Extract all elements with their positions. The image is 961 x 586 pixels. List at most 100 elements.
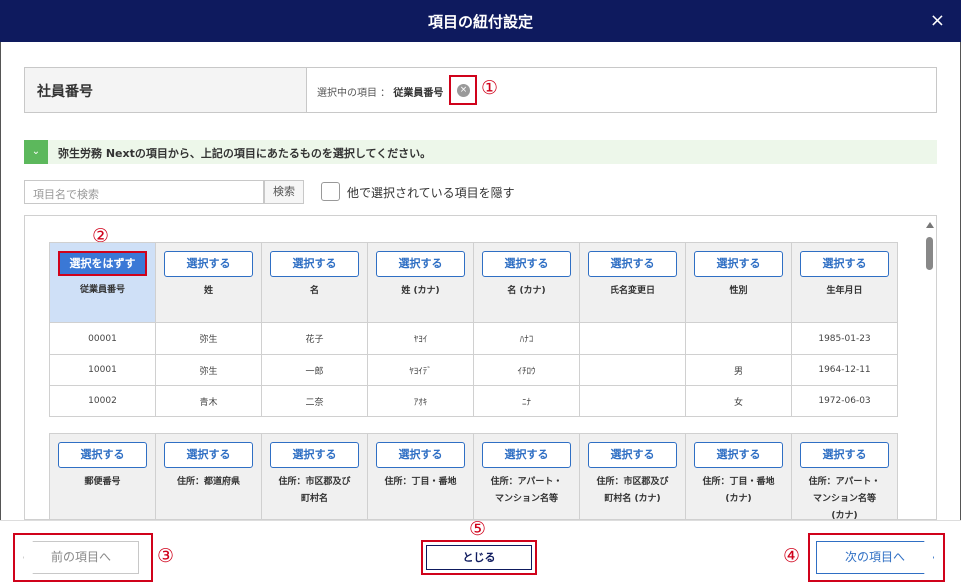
column-name-line1: 住所：アパート・ xyxy=(490,477,563,487)
select-button[interactable]: 選択する xyxy=(588,251,677,277)
items-table-1: 選択をはずす 従業員番号 選択する 姓 選択する 名 選択する 姓 (カナ) 選… xyxy=(49,242,898,417)
column-name: 性別 xyxy=(729,286,748,296)
table-cell xyxy=(579,322,686,355)
table-cell: 弥生 xyxy=(155,322,262,355)
column-name: 住所：丁目・番地 xyxy=(384,477,457,487)
hide-selected-label: 他で選択されている項目を隠す xyxy=(347,186,515,200)
column-name: 従業員番号 xyxy=(79,285,125,295)
column-name-line1: 住所：市区郡及び xyxy=(596,477,669,487)
table-cell: 1985-01-23 xyxy=(791,322,898,355)
select-button[interactable]: 選択する xyxy=(376,251,465,277)
marker-1: ① xyxy=(481,77,499,99)
column-header: 選択する 名 (カナ) xyxy=(473,242,580,323)
column-name-line2: 町村名 (カナ) xyxy=(604,494,661,504)
column-name-line1: 住所：丁目・番地 xyxy=(702,477,775,487)
column-header: 選択する 住所：アパート・ マンション名等 xyxy=(473,433,580,519)
search-button[interactable]: 検索 xyxy=(264,180,304,204)
column-name: 氏名変更日 xyxy=(609,286,655,296)
selected-item-text: 選択中の項目 ： 従業員番号 xyxy=(317,84,443,99)
selected-prefix: 選択中の項目 ： xyxy=(317,88,391,99)
marker-4: ④ xyxy=(783,545,801,567)
items-scroll-area[interactable]: ② 選択をはずす 従業員番号 選択する 姓 選択する 名 選択する 姓 (カナ)… xyxy=(24,215,937,520)
table-row: 00001 弥生 花子 ﾔﾖｲ ﾊﾅｺ 1985-01-23 xyxy=(49,322,898,355)
column-header: 選択する 住所：市区郡及び 町村名 (カナ) xyxy=(579,433,686,519)
hide-selected-checkbox[interactable] xyxy=(321,182,340,201)
table-cell: 花子 xyxy=(261,322,368,355)
column-header: 選択する 性別 xyxy=(685,242,792,323)
table-cell: 男 xyxy=(685,354,792,386)
column-name-line2: マンション名等 xyxy=(812,494,876,504)
table-header-row: 選択する 郵便番号 選択する 住所：都道府県 選択する 住所：市区郡及び 町村名… xyxy=(49,433,898,520)
marker-3: ③ xyxy=(157,545,175,567)
table-cell: 一郎 xyxy=(261,354,368,386)
next-item-button[interactable]: 次の項目へ xyxy=(816,541,934,574)
column-header: 選択する 住所：丁目・番地 (カナ) xyxy=(685,433,792,519)
select-button[interactable]: 選択する xyxy=(482,442,571,468)
column-name-line1: 住所：アパート・ xyxy=(808,477,881,487)
select-button[interactable]: 選択する xyxy=(164,442,253,468)
column-header: 選択する 生年月日 xyxy=(791,242,898,323)
table-cell: 女 xyxy=(685,385,792,417)
table-cell: ｱｵｷ xyxy=(367,385,474,417)
table-cell: 1964-12-11 xyxy=(791,354,898,386)
marker-5: ⑤ xyxy=(469,518,487,540)
select-button[interactable]: 選択する xyxy=(482,251,571,277)
column-name-line3: (カナ) xyxy=(831,511,858,520)
select-button[interactable]: 選択する xyxy=(588,442,677,468)
select-button[interactable]: 選択する xyxy=(376,442,465,468)
select-button[interactable]: 選択する xyxy=(694,442,783,468)
table-cell xyxy=(579,354,686,386)
table-cell: ﾊﾅｺ xyxy=(473,322,580,355)
column-name: 住所：都道府県 xyxy=(176,477,240,487)
column-name-line2: マンション名等 xyxy=(494,494,558,504)
info-banner: ⌄ 弥生労務 Nextの項目から、上記の項目にあたるものを選択してください。 xyxy=(24,140,937,164)
table-cell xyxy=(685,322,792,355)
table-header-row: 選択をはずす 従業員番号 選択する 姓 選択する 名 選択する 姓 (カナ) 選… xyxy=(49,242,898,323)
column-header: 選択する 氏名変更日 xyxy=(579,242,686,323)
table-cell: 10002 xyxy=(49,385,156,417)
table-cell: 00001 xyxy=(49,322,156,355)
column-name: 名 (カナ) xyxy=(507,286,546,296)
selected-value: 従業員番号 xyxy=(393,88,444,99)
column-header: 選択する 名 xyxy=(261,242,368,323)
next-button-highlight: 次の項目へ xyxy=(808,533,945,582)
table-cell: ﾔﾖｲ xyxy=(367,322,474,355)
items-table-2: 選択する 郵便番号 選択する 住所：都道府県 選択する 住所：市区郡及び 町村名… xyxy=(49,433,898,520)
column-header: 選択する 住所：丁目・番地 xyxy=(367,433,474,519)
target-item-label: 社員番号 xyxy=(25,68,307,112)
table-row: 10002 青木 二奈 ｱｵｷ ﾆﾅ 女 1972-06-03 xyxy=(49,385,898,417)
prev-item-button[interactable]: 前の項目へ xyxy=(23,541,139,574)
select-button[interactable]: 選択する xyxy=(270,251,359,277)
column-header: 選択する 住所：都道府県 xyxy=(155,433,262,519)
deselect-button[interactable]: 選択をはずす xyxy=(58,251,147,276)
clear-circle-icon[interactable]: × xyxy=(457,84,470,97)
dialog-title: 項目の紐付設定 xyxy=(427,13,533,31)
select-button[interactable]: 選択する xyxy=(800,442,889,468)
close-button[interactable]: とじる xyxy=(426,545,532,570)
clear-selection-button[interactable]: × xyxy=(449,75,477,105)
select-button[interactable]: 選択する xyxy=(58,442,147,468)
scroll-thumb[interactable] xyxy=(926,237,933,270)
search-input[interactable]: 項目名で検索 xyxy=(24,180,264,204)
prev-button-highlight: 前の項目へ xyxy=(13,533,153,582)
vertical-scrollbar[interactable] xyxy=(924,216,936,519)
scroll-up-arrow-icon[interactable] xyxy=(926,222,934,228)
select-button[interactable]: 選択する xyxy=(694,251,783,277)
table-cell: 1972-06-03 xyxy=(791,385,898,417)
table-cell: ｲﾁﾛｳ xyxy=(473,354,580,386)
table-cell: 青木 xyxy=(155,385,262,417)
column-header: 選択する 住所：市区郡及び 町村名 xyxy=(261,433,368,519)
close-icon[interactable]: × xyxy=(930,10,945,31)
select-button[interactable]: 選択する xyxy=(800,251,889,277)
dialog-titlebar: 項目の紐付設定 × xyxy=(0,0,961,42)
footer-bar: 前の項目へ ③ ⑤ とじる ④ 次の項目へ xyxy=(0,518,961,586)
column-name: 生年月日 xyxy=(826,286,863,296)
column-header: 選択する 姓 (カナ) xyxy=(367,242,474,323)
select-button[interactable]: 選択する xyxy=(270,442,359,468)
column-name-line2: (カナ) xyxy=(725,494,752,504)
table-cell: 二奈 xyxy=(261,385,368,417)
table-cell: 弥生 xyxy=(155,354,262,386)
column-name: 姓 xyxy=(203,286,213,296)
select-button[interactable]: 選択する xyxy=(164,251,253,277)
column-header: 選択する 住所：アパート・ マンション名等 (カナ) xyxy=(791,433,898,520)
